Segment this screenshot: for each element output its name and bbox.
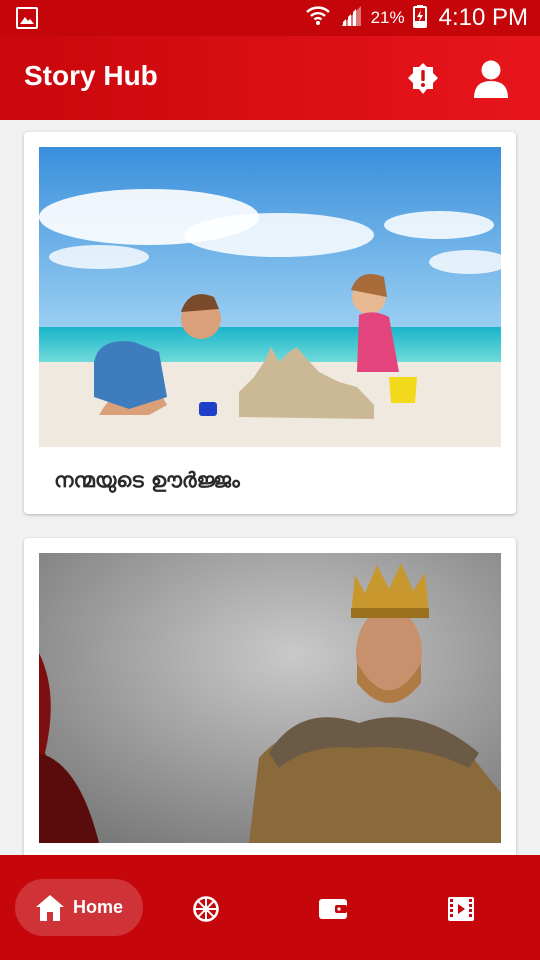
story-card[interactable]: നന്മയുടെ ഊർജ്ജം <box>24 132 516 514</box>
app-bar: Story Hub <box>0 36 540 120</box>
film-icon <box>448 897 474 921</box>
home-icon <box>35 894 64 921</box>
nav-explore[interactable] <box>186 889 226 929</box>
story-image-king <box>39 553 501 853</box>
wallet-icon <box>319 899 347 919</box>
story-card[interactable] <box>24 538 516 855</box>
battery-percent: 21% <box>370 8 405 27</box>
story-image-beach <box>39 147 501 447</box>
wheel-icon <box>193 896 219 922</box>
story-title[interactable]: നന്മയുടെ ഊർജ്ജം <box>54 468 240 493</box>
user-icon <box>474 60 508 98</box>
alert-badge-icon <box>408 63 438 94</box>
gallery-notification-icon <box>16 7 38 29</box>
bottom-navigation: Home <box>0 855 540 960</box>
profile-button[interactable] <box>468 56 514 102</box>
story-feed[interactable]: നന്മയുടെ ഊർജ്ജം <box>0 120 540 855</box>
nav-home-label: Home <box>72 897 123 917</box>
alert-button[interactable] <box>402 58 444 100</box>
signal-icon <box>339 4 363 32</box>
app-title: Story Hub <box>24 60 158 91</box>
battery-charging-icon <box>412 4 427 32</box>
clock: 4:10 PM <box>438 4 528 31</box>
nav-videos[interactable] <box>441 889 481 929</box>
status-bar: 21% 4:10 PM <box>0 0 540 36</box>
nav-home[interactable]: Home <box>15 879 143 936</box>
nav-wallet[interactable] <box>313 889 353 929</box>
wifi-icon <box>305 4 331 32</box>
